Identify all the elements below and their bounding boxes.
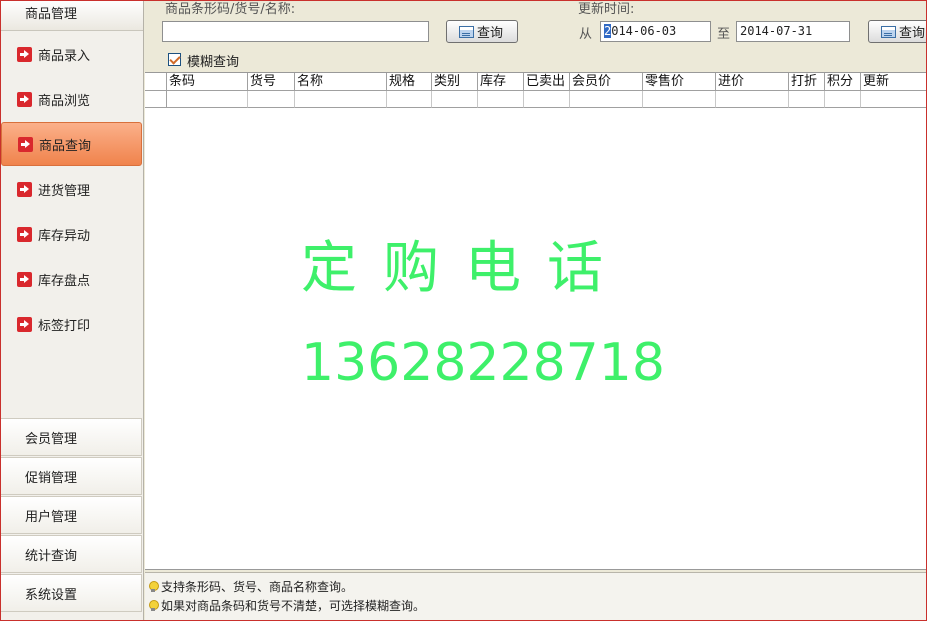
date-to-label: 至 <box>717 27 731 42</box>
column-header[interactable]: 已卖出 <box>524 73 570 91</box>
date-to-input[interactable]: 2014-07-31 <box>736 21 850 42</box>
query-icon <box>881 25 896 38</box>
date-from-rest: 014-06-03 <box>611 24 677 38</box>
column-header[interactable]: 打折 <box>789 73 825 91</box>
table-cell[interactable] <box>643 91 716 108</box>
sidebar-item-product-query[interactable]: 商品查询 <box>1 122 142 166</box>
query-button[interactable]: 查询 <box>446 20 518 43</box>
sidebar-item-label: 标签打印 <box>38 318 91 334</box>
table-cell[interactable] <box>167 91 248 108</box>
sidebar-item-label: 进货管理 <box>38 183 91 199</box>
lightbulb-icon <box>148 580 159 593</box>
column-header[interactable]: 规格 <box>387 73 432 91</box>
query-icon <box>459 25 474 38</box>
table-cell[interactable] <box>478 91 524 108</box>
sidebar: 商品管理 商品录入 商品浏览 商品查询 进货管理 库存异动 库存盘点 标签打印 … <box>0 0 144 621</box>
sidebar-item-label: 商品查询 <box>39 138 92 154</box>
arrow-right-icon <box>17 226 32 242</box>
hint-panel: 支持条形码、货号、商品名称查询。 如果对商品条码和货号不清楚，可选择模糊查询。 <box>145 572 927 621</box>
order-phone-number: 13628228718 <box>301 333 665 393</box>
table-cell[interactable] <box>248 91 295 108</box>
sidebar-item-label: 库存异动 <box>38 228 91 244</box>
sidebar-item-stock-change[interactable]: 库存异动 <box>1 212 142 256</box>
sidebar-item-purchase[interactable]: 进货管理 <box>1 167 142 211</box>
update-time-label: 更新时间: <box>578 2 635 17</box>
sidebar-section-users[interactable]: 用户管理 <box>1 496 142 534</box>
arrow-right-icon <box>17 316 32 332</box>
table-cell[interactable] <box>295 91 387 108</box>
row-indicator[interactable] <box>145 91 167 108</box>
table-cell[interactable] <box>789 91 825 108</box>
column-header[interactable]: 会员价 <box>570 73 643 91</box>
sidebar-item-product-browse[interactable]: 商品浏览 <box>1 77 142 121</box>
column-header[interactable]: 名称 <box>295 73 387 91</box>
column-header[interactable]: 货号 <box>248 73 295 91</box>
fuzzy-query-label: 模糊查询 <box>187 55 240 70</box>
lightbulb-icon <box>148 599 159 612</box>
main-panel: 商品条形码/货号/名称: 查询 模糊查询 更新时间: 从 2014-06-03 … <box>145 0 927 621</box>
date-query-button[interactable]: 查询 <box>868 20 927 43</box>
table-cell[interactable] <box>432 91 478 108</box>
sidebar-section-members[interactable]: 会员管理 <box>1 418 142 456</box>
arrow-right-icon <box>17 181 32 197</box>
table-row[interactable] <box>145 91 927 108</box>
table-cell[interactable] <box>387 91 432 108</box>
sidebar-item-label: 商品录入 <box>38 48 91 64</box>
arrow-right-icon <box>17 91 32 107</box>
sidebar-section-promotions[interactable]: 促销管理 <box>1 457 142 495</box>
keyword-label: 商品条形码/货号/名称: <box>165 2 296 17</box>
sidebar-section-settings[interactable]: 系统设置 <box>1 574 142 612</box>
result-grid[interactable]: 条码 货号 名称 规格 类别 库存 已卖出 会员价 零售价 进价 打折 积分 更… <box>145 72 927 570</box>
table-cell[interactable] <box>825 91 861 108</box>
column-header[interactable]: 进价 <box>716 73 789 91</box>
arrow-right-icon <box>17 271 32 287</box>
column-header[interactable]: 库存 <box>478 73 524 91</box>
table-cell[interactable] <box>861 91 927 108</box>
fuzzy-query-checkbox[interactable] <box>168 53 181 66</box>
arrow-right-icon <box>17 46 32 62</box>
table-cell[interactable] <box>570 91 643 108</box>
sidebar-item-label: 库存盘点 <box>38 273 91 289</box>
date-from-input[interactable]: 2014-06-03 <box>600 21 711 42</box>
table-cell[interactable] <box>716 91 789 108</box>
sidebar-item-stocktake[interactable]: 库存盘点 <box>1 257 142 301</box>
sidebar-header[interactable]: 商品管理 <box>1 0 143 31</box>
column-header[interactable]: 类别 <box>432 73 478 91</box>
sidebar-item-product-entry[interactable]: 商品录入 <box>1 32 142 76</box>
sidebar-section-statistics[interactable]: 统计查询 <box>1 535 142 573</box>
sidebar-item-label: 商品浏览 <box>38 93 91 109</box>
hint-line: 如果对商品条码和货号不清楚，可选择模糊查询。 <box>148 597 425 614</box>
sidebar-item-label-print[interactable]: 标签打印 <box>1 302 142 346</box>
hint-line: 支持条形码、货号、商品名称查询。 <box>148 578 353 595</box>
row-indicator-header <box>145 73 167 91</box>
table-cell[interactable] <box>524 91 570 108</box>
date-from-label: 从 <box>579 27 593 42</box>
arrow-right-icon <box>18 136 33 152</box>
column-header[interactable]: 零售价 <box>643 73 716 91</box>
column-header[interactable]: 积分 <box>825 73 861 91</box>
column-header[interactable]: 条码 <box>167 73 248 91</box>
column-header[interactable]: 更新 <box>861 73 927 91</box>
order-phone-title: 定购电话 <box>301 236 629 301</box>
keyword-input[interactable] <box>162 21 429 42</box>
grid-header: 条码 货号 名称 规格 类别 库存 已卖出 会员价 零售价 进价 打折 积分 更… <box>145 73 927 91</box>
